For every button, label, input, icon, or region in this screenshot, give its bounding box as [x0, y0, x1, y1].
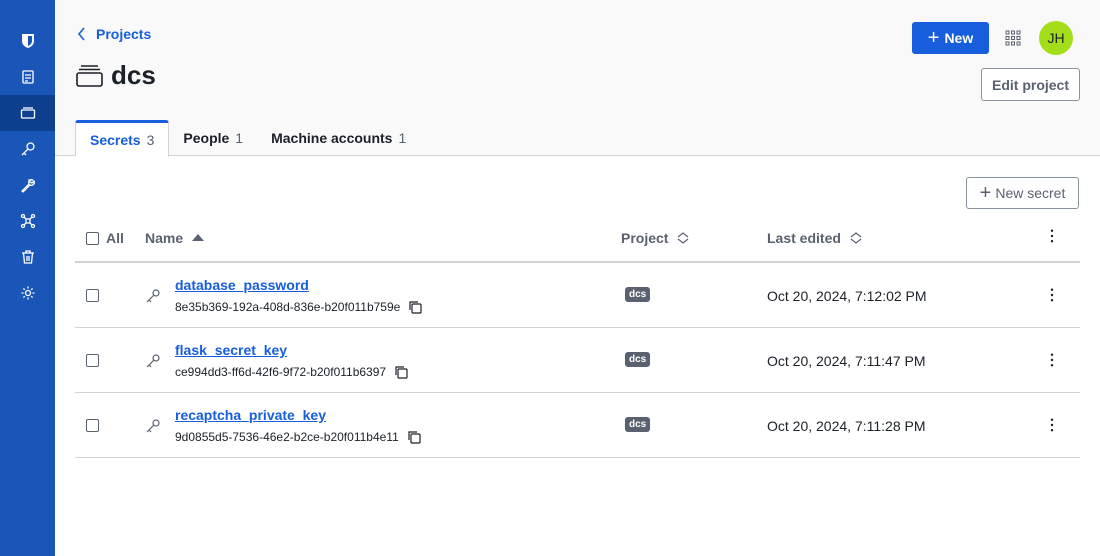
copy-icon[interactable]: [394, 365, 408, 379]
secret-id-text: ce994dd3-ff6d-42f6-9f72-b20f011b6397: [175, 365, 387, 379]
header-options-button[interactable]: [1044, 228, 1060, 244]
kebab-icon: [1050, 229, 1054, 243]
new-secret-button-label: New secret: [995, 185, 1066, 201]
breadcrumb-projects[interactable]: Projects: [77, 26, 151, 42]
sort-icon: [850, 232, 862, 244]
new-button[interactable]: + New: [912, 22, 989, 54]
project-badge: dcs: [625, 287, 651, 302]
edit-project-button[interactable]: Edit project: [981, 68, 1080, 101]
new-button-label: New: [944, 30, 974, 46]
secrets-table: All Name Project Last edited database_pa…: [75, 214, 1080, 458]
tab-count: 1: [235, 130, 244, 146]
secret-id-text: 9d0855d5-7536-46e2-b2ce-b20f011b4e11: [175, 430, 399, 444]
kebab-icon: [1050, 353, 1054, 367]
trash-icon: [21, 250, 34, 264]
select-all[interactable]: All: [86, 230, 124, 246]
apps-grid-icon[interactable]: [1005, 30, 1021, 46]
tab-machine-accounts[interactable]: Machine accounts 1: [257, 120, 420, 156]
tab-people[interactable]: People 1: [169, 120, 257, 156]
avatar[interactable]: JH: [1039, 21, 1073, 55]
tab-label: Secrets: [90, 131, 141, 148]
breadcrumb-label: Projects: [96, 26, 152, 42]
row-options-button[interactable]: [1044, 287, 1060, 303]
tab-label: People: [183, 130, 230, 146]
sidebar-item-projects-list[interactable]: [0, 59, 55, 95]
project-badge: dcs: [625, 417, 651, 432]
secret-id: ce994dd3-ff6d-42f6-9f72-b20f011b6397: [175, 365, 408, 379]
key-icon: [146, 419, 160, 433]
kebab-icon: [1050, 418, 1054, 432]
table-row: database_password 8e35b369-192a-408d-836…: [75, 263, 1080, 328]
sort-icon: [678, 232, 689, 244]
column-header-last-edited[interactable]: Last edited: [767, 230, 863, 246]
secret-name-link[interactable]: database_password: [175, 277, 309, 293]
column-header-name[interactable]: Name: [145, 230, 205, 246]
secret-id-text: 8e35b369-192a-408d-836e-b20f011b759e: [175, 300, 401, 314]
sidebar-item-secrets[interactable]: [0, 131, 55, 167]
sidebar-item-vault[interactable]: [0, 23, 55, 59]
secret-id: 9d0855d5-7536-46e2-b2ce-b20f011b4e11: [175, 430, 421, 444]
tab-bar: Secrets 3 People 1 Machine accounts 1: [75, 120, 420, 157]
row-checkbox[interactable]: [86, 289, 99, 302]
secret-id: 8e35b369-192a-408d-836e-b20f011b759e: [175, 300, 422, 314]
sidebar-item-integrations[interactable]: [0, 203, 55, 239]
sidebar-item-trash[interactable]: [0, 239, 55, 275]
row-options-button[interactable]: [1044, 417, 1060, 433]
project-badge: dcs: [625, 352, 651, 367]
shield-icon: [21, 34, 34, 48]
copy-icon[interactable]: [407, 430, 421, 444]
plus-icon: +: [927, 27, 940, 49]
column-label: Project: [621, 230, 669, 246]
kebab-icon: [1050, 288, 1054, 302]
row-options-button[interactable]: [1044, 352, 1060, 368]
integrations-icon: [20, 213, 35, 229]
key-icon: [146, 354, 160, 368]
tab-count: 1: [398, 130, 407, 146]
table-header: All Name Project Last edited: [75, 214, 1080, 263]
secret-name-link[interactable]: flask_secret_key: [175, 342, 287, 358]
projects-icon: [20, 107, 35, 119]
row-checkbox[interactable]: [86, 354, 99, 367]
sidebar-item-machine-accounts[interactable]: [0, 167, 55, 203]
key-icon: [21, 142, 35, 156]
tab-count: 3: [146, 131, 155, 148]
table-row: flask_secret_key ce994dd3-ff6d-42f6-9f72…: [75, 328, 1080, 393]
project-icon: [76, 64, 103, 87]
select-all-checkbox[interactable]: [86, 231, 99, 245]
tab-secrets[interactable]: Secrets 3: [75, 120, 170, 157]
plus-icon: +: [979, 182, 992, 204]
sort-ascending-icon: [192, 234, 205, 241]
last-edited: Oct 20, 2024, 7:11:28 PM: [767, 418, 926, 434]
sidebar-item-projects[interactable]: [0, 95, 55, 131]
page-title: dcs: [111, 60, 156, 90]
page-header: Projects dcs + New JH Edit project Secre…: [55, 0, 1100, 157]
secret-name-link[interactable]: recaptcha_private_key: [175, 407, 326, 423]
column-label: Last edited: [767, 230, 841, 246]
select-all-label: All: [106, 230, 124, 246]
new-secret-button[interactable]: + New secret: [966, 177, 1079, 209]
last-edited: Oct 20, 2024, 7:11:47 PM: [767, 353, 926, 369]
sidebar: [0, 0, 55, 556]
key-icon: [146, 289, 160, 303]
chevron-left-icon: [77, 27, 85, 41]
wrench-icon: [20, 179, 35, 193]
table-row: recaptcha_private_key 9d0855d5-7536-46e2…: [75, 393, 1080, 458]
column-label: Name: [145, 230, 184, 246]
last-edited: Oct 20, 2024, 7:12:02 PM: [767, 288, 927, 304]
tab-label: Machine accounts: [271, 130, 393, 146]
row-checkbox[interactable]: [86, 419, 99, 432]
copy-icon[interactable]: [408, 300, 422, 314]
column-header-project[interactable]: Project: [621, 230, 690, 246]
title-row: dcs: [76, 60, 156, 91]
gear-icon: [21, 286, 34, 300]
sidebar-item-settings[interactable]: [0, 275, 55, 311]
projects-list-icon: [21, 70, 34, 84]
